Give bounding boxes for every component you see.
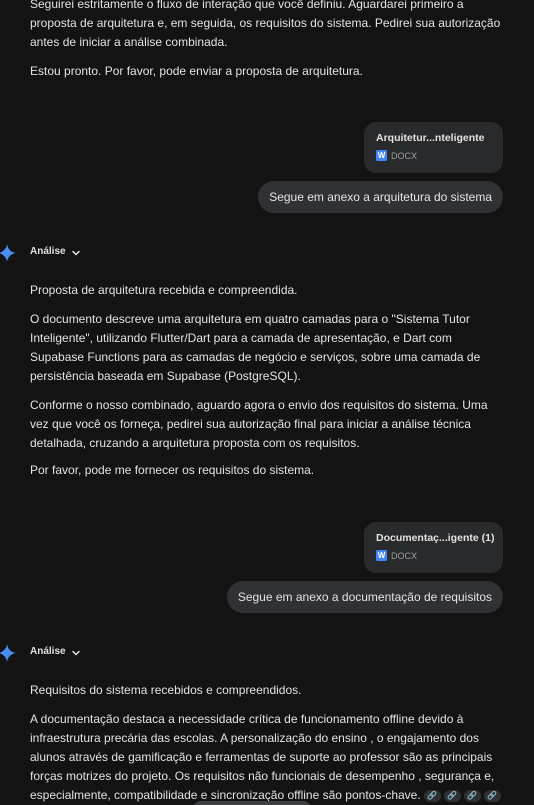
file-name: Arquitetur...nteligente (376, 132, 485, 144)
source-link-icon[interactable]: 🔗 (423, 789, 441, 802)
ai-response-header: Análise (0, 244, 100, 262)
gemini-sparkle-icon (0, 644, 16, 662)
analysis-toggle-label[interactable]: Análise (30, 646, 66, 657)
docx-icon: W (376, 550, 387, 561)
ai-message-text: Estou pronto. Por favor, pode enviar a p… (30, 64, 363, 78)
file-type-row: W DOCX (376, 550, 491, 561)
file-attachment-card[interactable]: Arquitetur...nteligente W DOCX (364, 122, 503, 173)
docx-icon: W (376, 150, 387, 161)
user-message-bubble: Segue em anexo a documentação de requisi… (226, 581, 503, 613)
analysis-toggle-label[interactable]: Análise (30, 246, 66, 257)
chevron-down-icon[interactable] (71, 248, 81, 258)
source-link-icon[interactable]: 🔗 (463, 789, 481, 802)
scroll-to-bottom-tab[interactable] (193, 801, 311, 805)
file-type-label: DOCX (391, 150, 418, 161)
file-type-label: DOCX (391, 550, 418, 561)
ai-message-text: A documentação destaca a necessidade crí… (30, 710, 508, 805)
file-name: Documentaç...igente (1) (376, 532, 495, 544)
ai-message-text: Por favor, pode me fornecer os requisito… (30, 463, 315, 477)
chevron-down-icon[interactable] (71, 648, 81, 658)
chat-page: Seguirei estritamente o fluxo de interaç… (0, 0, 534, 805)
file-type-row: W DOCX (376, 150, 491, 161)
gemini-sparkle-icon (0, 244, 16, 262)
source-link-icon[interactable]: 🔗 (483, 789, 501, 802)
user-message-bubble: Segue em anexo a arquitetura do sistema (258, 181, 503, 213)
ai-response-header: Análise (0, 644, 100, 662)
file-attachment-card[interactable]: Documentaç...igente (1) W DOCX (364, 522, 503, 573)
ai-message-text: O documento descreve uma arquitetura em … (30, 312, 481, 383)
ai-message-text: Seguirei estritamente o fluxo de interaç… (30, 0, 501, 49)
ai-message-text: Proposta de arquitetura recebida e compr… (30, 283, 298, 297)
ai-message-body: A documentação destaca a necessidade crí… (30, 712, 495, 802)
source-link-icon[interactable]: 🔗 (443, 789, 461, 802)
ai-message-text: Requisitos do sistema recebidos e compre… (30, 683, 302, 697)
ai-message-text: Conforme o nosso combinado, aguardo agor… (30, 398, 488, 450)
